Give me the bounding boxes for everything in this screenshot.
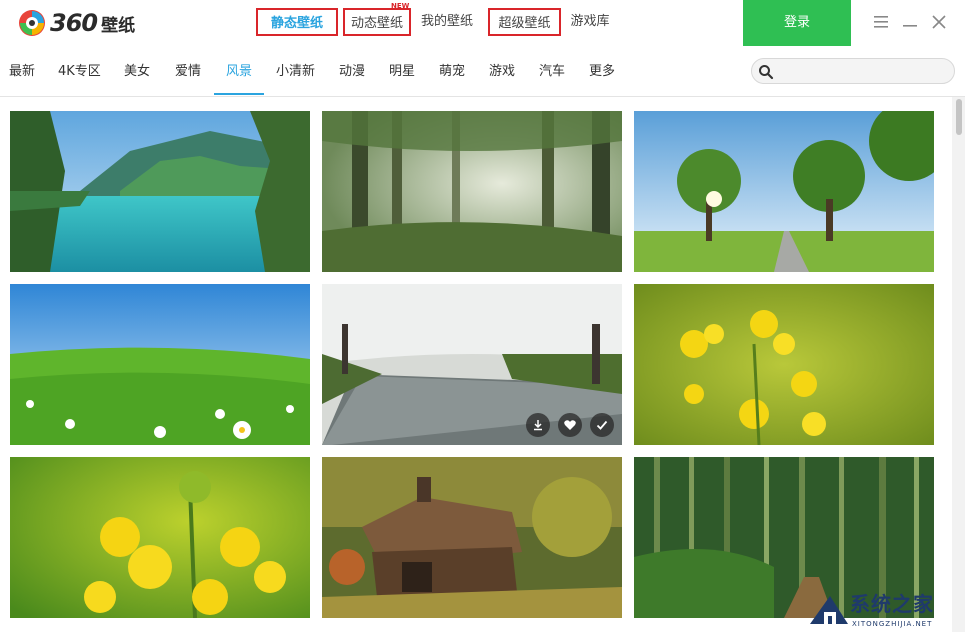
set-wallpaper-button[interactable] (590, 413, 614, 437)
watermark-text: 系统之家 (850, 592, 934, 616)
favorite-icon (564, 420, 576, 430)
scrollbar-thumb[interactable] (956, 99, 962, 135)
search-icon[interactable] (758, 64, 774, 80)
wallpaper-wooden-barn[interactable] (322, 457, 622, 618)
category-celebrity[interactable]: 明星 (389, 46, 415, 96)
wallpaper-yellow-flowers[interactable] (634, 284, 934, 445)
title-bar: 360 壁纸 静态壁纸 动态壁纸 NEW 我的壁纸 超级壁纸 游戏库 登录 (0, 0, 965, 46)
wallpaper-misty-forest[interactable] (322, 111, 622, 272)
category-more[interactable]: 更多 (589, 46, 615, 96)
wallpaper-green-hills[interactable] (10, 284, 310, 445)
tab-game-library[interactable]: 游戏库 (565, 8, 615, 36)
menu-icon[interactable] (871, 12, 891, 32)
tab-super-wallpaper[interactable]: 超级壁纸 (488, 8, 561, 36)
category-pets[interactable]: 萌宠 (439, 46, 465, 96)
minimize-icon[interactable] (900, 12, 920, 32)
category-latest[interactable]: 最新 (9, 46, 35, 96)
wallpaper-cherry-blossom[interactable] (322, 284, 622, 445)
active-category-indicator (214, 93, 264, 95)
download-button[interactable] (526, 413, 550, 437)
wallpaper-lake-mountains[interactable] (10, 111, 310, 272)
wallpaper-image (10, 111, 310, 272)
wallpaper-image (634, 111, 934, 272)
wallpaper-hover-actions (526, 413, 614, 437)
tab-dynamic-wallpaper[interactable]: 动态壁纸 (343, 8, 411, 36)
watermark-subtext: XITONGZHIJIA.NET (852, 620, 933, 628)
category-love[interactable]: 爱情 (175, 46, 201, 96)
category-fresh[interactable]: 小清新 (276, 46, 315, 96)
favorite-button[interactable] (558, 413, 582, 437)
download-icon (534, 420, 542, 431)
tab-static-wallpaper[interactable]: 静态壁纸 (256, 8, 338, 36)
category-cars[interactable]: 汽车 (539, 46, 565, 96)
category-games[interactable]: 游戏 (489, 46, 515, 96)
search-input[interactable] (780, 61, 952, 83)
wallpaper-rapeseed-closeup[interactable] (10, 457, 310, 618)
wallpaper-image (10, 284, 310, 445)
logo-text: 壁纸 (101, 15, 136, 36)
login-button[interactable]: 登录 (743, 0, 851, 46)
wallpaper-image (634, 284, 934, 445)
new-badge: NEW (391, 2, 410, 10)
wallpaper-grid (0, 97, 952, 632)
close-icon[interactable] (929, 12, 949, 32)
wallpaper-trees-sunlight[interactable] (634, 111, 934, 272)
category-scenery[interactable]: 风景 (226, 46, 252, 96)
category-bar: 最新 4K专区 美女 爱情 风景 小清新 动漫 明星 萌宠 游戏 汽车 更多 (0, 46, 965, 97)
set-wallpaper-icon (596, 420, 608, 430)
wallpaper-image (10, 457, 310, 618)
wallpaper-image (322, 457, 622, 618)
category-beauty[interactable]: 美女 (124, 46, 150, 96)
app-logo[interactable]: 360 壁纸 (18, 8, 135, 38)
category-anime[interactable]: 动漫 (339, 46, 365, 96)
scrollbar-track[interactable] (952, 97, 965, 632)
category-4k[interactable]: 4K专区 (58, 46, 101, 96)
wallpaper-image (322, 111, 622, 272)
logo-icon (19, 10, 45, 36)
logo-number: 360 (50, 9, 98, 37)
tab-my-wallpaper[interactable]: 我的壁纸 (415, 8, 479, 36)
